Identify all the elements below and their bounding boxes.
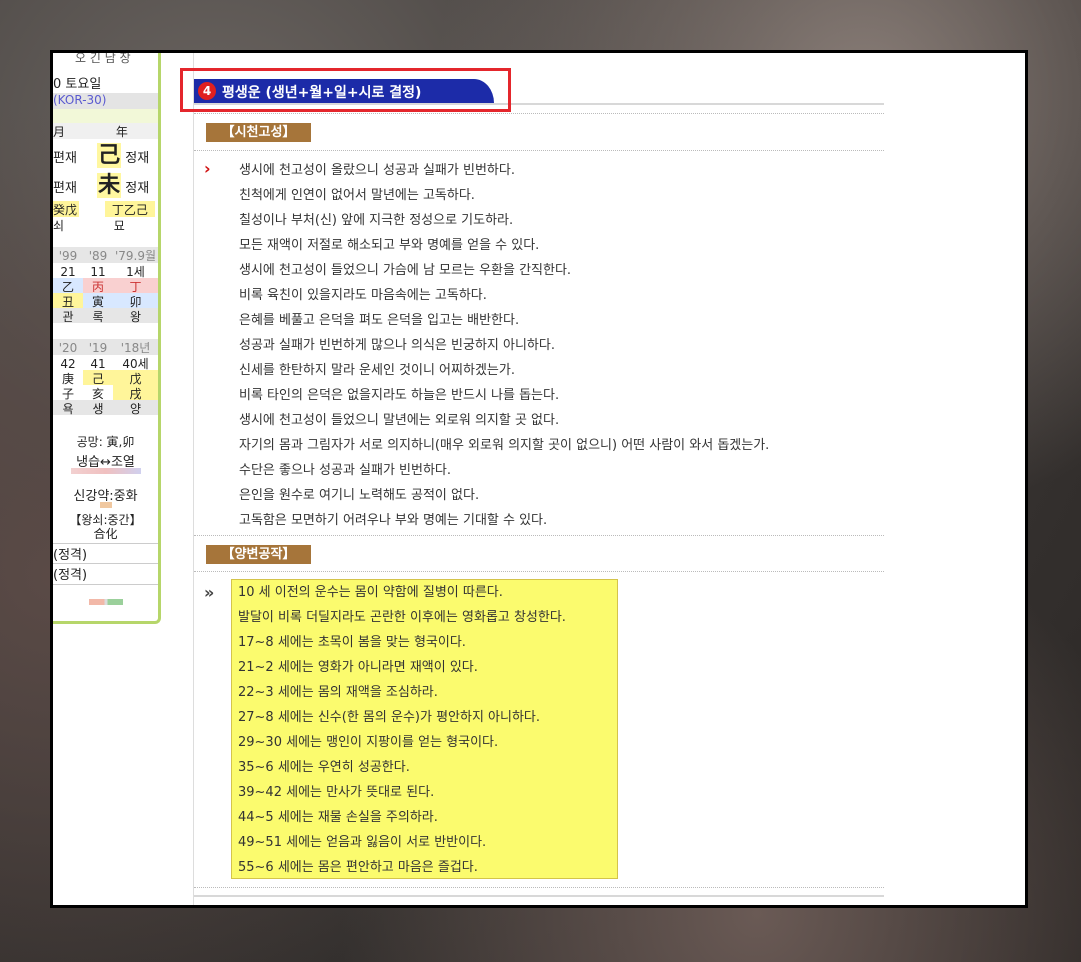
date-weekday: 0 토요일 <box>53 77 102 92</box>
list-item: 발달이 비록 더딜지라도 곤란한 이후에는 영화롭고 창성한다. <box>238 610 566 625</box>
panel-top-fragment: 오 긴 남 장 <box>75 51 131 65</box>
screenshot-frame: 오 긴 남 장 0 토요일 (KOR-30) 月 年 편재 己 정재 편재 未 … <box>50 50 1028 908</box>
pillar-row-gan: 편재 己 정재 <box>53 143 150 168</box>
daeun-stage: 관록왕 <box>53 308 158 323</box>
temperature: 냉습↔조열 <box>76 455 135 467</box>
header-year: 年 <box>115 125 128 139</box>
list-item: 생시에 천고성이 들었으니 말년에는 외로워 의지할 곳 없다. <box>239 413 560 428</box>
list-item: 17~8 세에는 초목이 봄을 맞는 형국이다. <box>238 635 466 650</box>
sicheon-label: 【시천고성】 <box>206 123 311 142</box>
list-item: 27~8 세에는 신수(한 몸의 운수)가 평안하지 아니하다. <box>238 710 541 725</box>
gan-char: 己 <box>97 143 122 168</box>
gongmang: 공망: 寅,卯 <box>76 435 135 449</box>
strength-bar <box>53 502 158 508</box>
yangbyeon-box: 10 세 이전의 운수는 몸이 약함에 질병이 따른다. 발달이 비록 더딜지라… <box>231 579 618 879</box>
jeonggyeok-2: (정격) <box>53 563 158 585</box>
panel-spacer <box>53 109 158 123</box>
list-item: 35~6 세에는 우연히 성공한다. <box>238 760 410 775</box>
seun-ages: 42 41 40세 <box>60 357 149 370</box>
list-item: 신세를 한탄하지 말라 운세인 것이니 어찌하겠는가. <box>239 363 515 378</box>
list-item: 모든 재액이 저절로 해소되고 부와 명예를 얻을 수 있다. <box>239 238 540 253</box>
list-item: 22~3 세에는 몸의 재액을 조심하라. <box>238 685 438 700</box>
chevron-right-icon: › <box>204 159 211 178</box>
highlight-box <box>180 68 511 112</box>
seun-ji: 子亥戌 <box>53 385 158 400</box>
pillar-row-ji: 편재 未 정재 <box>53 173 150 198</box>
list-item: 고독함은 모면하기 어려우나 부와 명예는 기대할 수 있다. <box>239 513 548 528</box>
list-item: 29~30 세에는 맹인이 지팡이를 얻는 형국이다. <box>238 735 499 750</box>
ji-char: 未 <box>97 173 122 198</box>
list-item: 수단은 좋으나 성공과 실패가 빈번하다. <box>239 463 452 478</box>
jeonggyeok-1: (정격) <box>53 543 158 564</box>
seun-gan: 庚己戊 <box>53 370 158 385</box>
list-item: 44~5 세에는 재물 손실을 주의하라. <box>238 810 438 825</box>
list-item: 은인을 원수로 여기니 노력해도 공적이 없다. <box>239 488 480 503</box>
list-item: 비록 육친이 있을지라도 마음속에는 고독하다. <box>239 288 487 303</box>
header-month: 月 <box>53 125 66 139</box>
pillar-headers: 月 年 <box>53 123 158 139</box>
hapwha: 合化 <box>93 527 118 539</box>
list-item: 39~42 세에는 만사가 뜻대로 된다. <box>238 785 435 800</box>
list-item: 49~51 세에는 얻음과 잃음이 서로 반반이다. <box>238 835 487 850</box>
stage-row: 쇠 묘 <box>53 219 125 233</box>
temperature-bar <box>53 468 158 474</box>
seun-years: '20'19'18년 <box>53 339 158 355</box>
double-chevron-icon: » <box>204 583 215 602</box>
daeun-years: '99'89'79.9월 <box>53 247 158 263</box>
jijanggan-row: 癸戊 丁乙己 <box>53 201 158 217</box>
list-item: 비록 타인의 은덕은 없을지라도 하늘은 반드시 나를 돕는다. <box>239 388 560 403</box>
list-item: 친척에게 인연이 없어서 말년에는 고독하다. <box>239 188 475 203</box>
kor-code: (KOR-30) <box>53 93 158 109</box>
seun-stage: 욕생양 <box>53 400 158 415</box>
saju-side-panel: 오 긴 남 장 0 토요일 (KOR-30) 月 年 편재 己 정재 편재 未 … <box>53 53 161 624</box>
list-item: 생시에 천고성이 올랐으니 성공과 실패가 빈번하다. <box>239 163 515 178</box>
right-blank-column <box>889 53 1025 905</box>
sicheon-lines: 생시에 천고성이 올랐으니 성공과 실패가 빈번하다. 친척에게 인연이 없어서… <box>239 158 879 533</box>
balance-bar <box>53 599 158 605</box>
list-item: 은혜를 베풀고 은덕을 펴도 은덕을 입고는 배반한다. <box>239 313 520 328</box>
strength: 신강약:중화 <box>73 489 138 501</box>
daeun-gan: 乙丙丁 <box>53 278 158 293</box>
list-item: 10 세 이전의 운수는 몸이 약함에 질병이 따른다. <box>238 585 503 600</box>
list-item: 칠성이나 부처(신) 앞에 지극한 정성으로 기도하라. <box>239 213 514 228</box>
list-item: 21~2 세에는 영화가 아니라면 재액이 있다. <box>238 660 478 675</box>
list-item: 생시에 천고성이 들었으니 가슴에 남 모르는 우환을 간직한다. <box>239 263 572 278</box>
list-item: 성공과 실패가 빈번하게 많으나 의식은 빈궁하지 아니하다. <box>239 338 555 353</box>
list-item: 55~6 세에는 몸은 편안하고 마음은 즐겁다. <box>238 860 478 875</box>
list-item: 자기의 몸과 그림자가 서로 의지하니(매우 외로워 의지할 곳이 없으니) 어… <box>239 438 770 453</box>
yangbyeon-label: 【양변공작】 <box>206 545 311 564</box>
daeun-ji: 丑寅卯 <box>53 293 158 308</box>
daeun-ages: 21 11 1세 <box>60 265 145 278</box>
main-content: 4 평생운 (생년+월+일+시로 결정) 【시천고성】 › 생시에 천고성이 올… <box>193 53 890 905</box>
